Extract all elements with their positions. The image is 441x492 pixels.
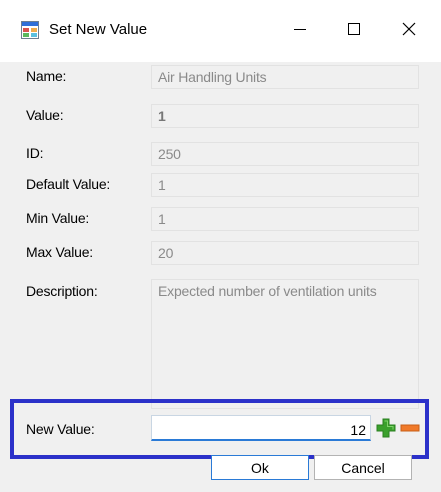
max-value-label: Max Value:: [26, 244, 93, 260]
min-value-label: Min Value:: [26, 210, 90, 226]
window-title: Set New Value: [49, 21, 148, 38]
new-value-input[interactable]: [151, 415, 371, 441]
ok-button[interactable]: Ok: [211, 455, 309, 480]
cancel-button[interactable]: Cancel: [314, 455, 412, 480]
default-value-label: Default Value:: [26, 176, 111, 192]
app-window-icon: [21, 21, 39, 39]
min-value-field: 1: [151, 207, 419, 231]
maximize-button[interactable]: [331, 10, 377, 52]
default-value-field: 1: [151, 173, 419, 197]
value-field: 1: [151, 104, 419, 128]
new-value-label: New Value:: [26, 421, 95, 437]
name-label: Name:: [26, 68, 67, 84]
minimize-button[interactable]: [277, 10, 323, 52]
name-field: Air Handling Units: [151, 65, 419, 89]
close-icon: [401, 21, 417, 42]
description-field: Expected number of ventilation units: [151, 279, 419, 409]
maximize-icon: [346, 21, 362, 42]
close-button[interactable]: [386, 10, 432, 52]
max-value-field: 20: [151, 241, 419, 265]
minimize-icon: [292, 21, 308, 42]
plus-icon[interactable]: [376, 418, 396, 438]
title-bar: Set New Value: [0, 0, 441, 62]
set-new-value-dialog: Set New Value Name: Air Handling Units V…: [0, 0, 441, 492]
id-field: 250: [151, 142, 419, 166]
id-label: ID:: [26, 145, 44, 161]
value-label: Value:: [26, 107, 64, 123]
description-label: Description:: [26, 283, 98, 299]
minus-icon[interactable]: [400, 418, 420, 438]
